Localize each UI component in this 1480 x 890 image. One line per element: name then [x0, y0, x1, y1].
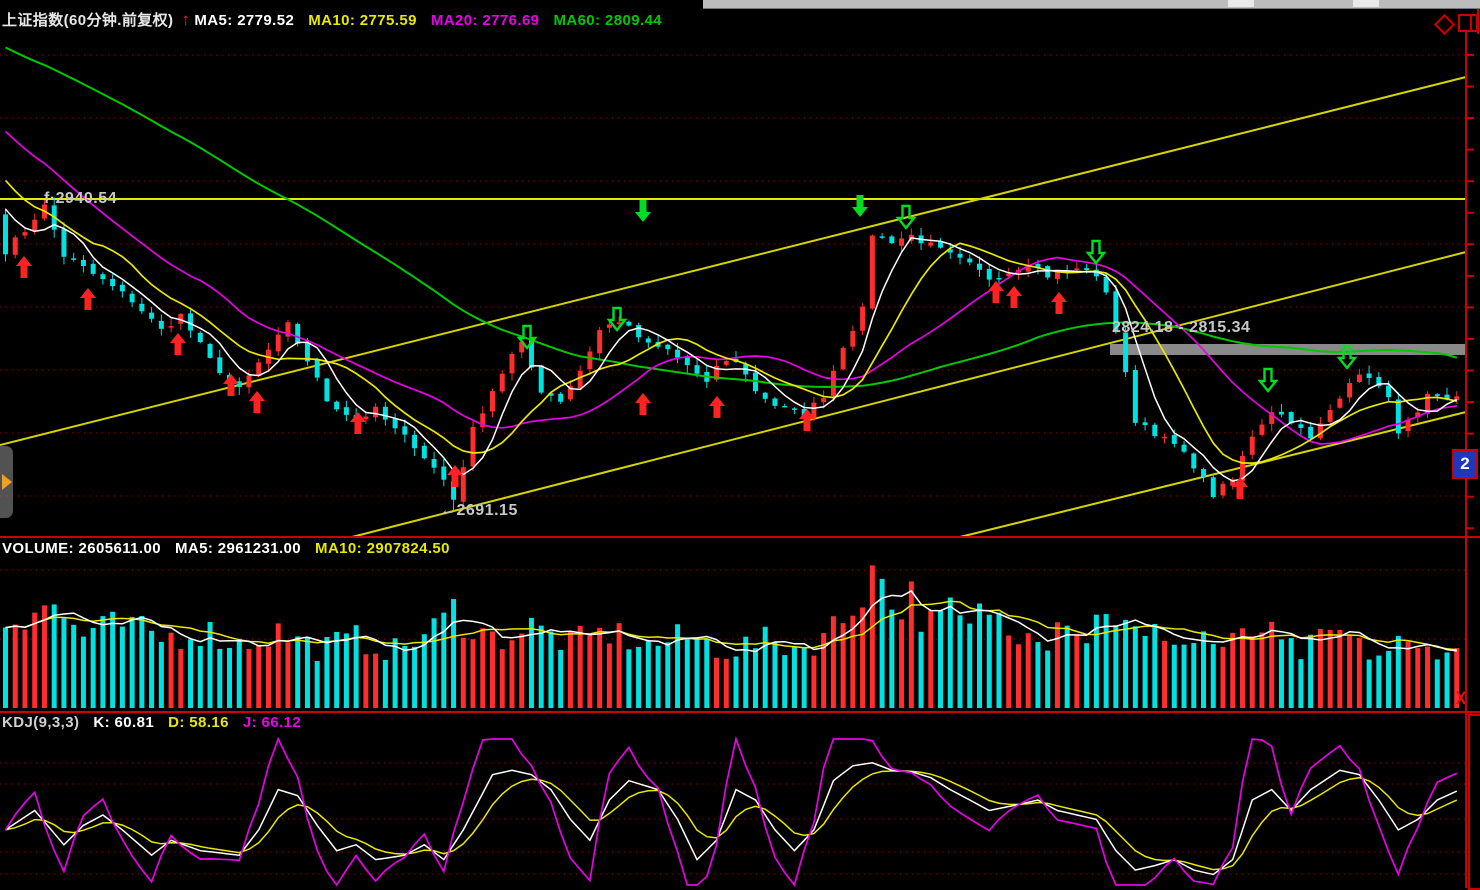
trend-up-icon: ↑: [181, 10, 190, 29]
range-label: 2824.18 - 2815.34: [1112, 319, 1250, 337]
split-window-icon[interactable]: [1458, 14, 1478, 32]
instrument-title: 上证指数(60分钟.前复权): [2, 12, 173, 29]
expand-arrow-icon: [2, 474, 12, 490]
legend-item-ma20-value: MA20: 2776.69: [431, 12, 540, 29]
chart-canvas[interactable]: [0, 0, 1480, 890]
legend-item-ma5-value: MA5: 2779.52: [194, 12, 294, 29]
pane-count-badge[interactable]: 2: [1452, 449, 1478, 479]
legend-item-ma60-value: MA60: 2809.44: [553, 12, 662, 29]
legend-item-vol-ma5-value: MA5: 2961231.00: [175, 540, 301, 557]
trading-app-window: 上证指数(60分钟.前复权) ↑MA5: 2779.52 MA10: 2775.59…: [0, 0, 1480, 890]
kdj-side-strip[interactable]: [1468, 714, 1480, 890]
window-top-strip: [703, 0, 1480, 9]
kdj-header: KDJ(9,3,3) K: 60.81 D: 58.16 J: 66.12: [2, 714, 315, 731]
strip-notch: [1353, 0, 1379, 7]
left-arrow-glyph: ←: [440, 502, 457, 519]
price-alert-value: 2940.54: [56, 190, 117, 207]
close-pane-icon[interactable]: X: [1456, 689, 1466, 709]
main-chart-header: 上证指数(60分钟.前复权) ↑MA5: 2779.52 MA10: 2775.59…: [2, 9, 676, 30]
ma-legend: MA5: 2779.52 MA10: 2775.59 MA20: 2776.69 MA…: [194, 12, 676, 29]
legend-item-k-value: K: 60.81: [93, 714, 154, 731]
kdj-legend: KDJ(9,3,3) K: 60.81 D: 58.16 J: 66.12: [2, 714, 315, 731]
split-bar: [1470, 16, 1472, 30]
legend-item-vol-ma10-value: MA10: 2907824.50: [315, 540, 450, 557]
panel-expand-tab[interactable]: [0, 446, 13, 518]
corner-divider: [1477, 9, 1479, 34]
strip-notch: [1228, 0, 1254, 7]
volume-header: VOLUME: 2605611.00 MA5: 2961231.00 MA10: 2…: [2, 540, 464, 557]
low-price-value: 2691.15: [457, 502, 518, 519]
legend-item-d-value: D: 58.16: [168, 714, 229, 731]
legend-item-kdj-params: KDJ(9,3,3): [2, 714, 79, 731]
low-price-label: ←2691.15: [440, 502, 518, 520]
legend-item-j-value: J: 66.12: [243, 714, 301, 731]
legend-item-volume-value: VOLUME: 2605611.00: [2, 540, 161, 557]
volume-legend: VOLUME: 2605611.00 MA5: 2961231.00 MA10: 2…: [2, 540, 464, 557]
price-alert-label: f·2940.54: [44, 190, 117, 208]
legend-item-ma10-value: MA10: 2775.59: [308, 12, 417, 29]
anchor-glyph: f·: [44, 190, 56, 207]
